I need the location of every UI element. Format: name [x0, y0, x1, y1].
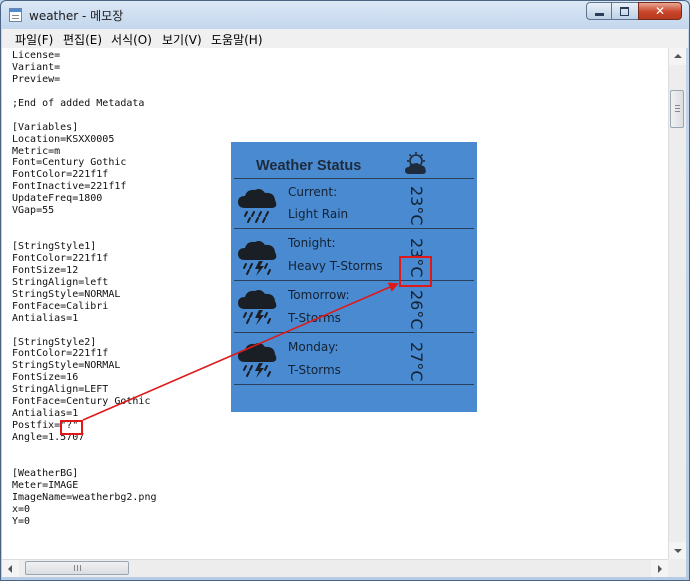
scroll-up-button[interactable] — [669, 48, 686, 65]
forecast-temp: 23°C — [407, 186, 426, 226]
forecast-condition: T-Storms — [288, 363, 341, 377]
text-line[interactable]: Postfix="?" — [12, 420, 157, 432]
separator — [234, 280, 474, 281]
text-line[interactable]: x=0 — [12, 504, 157, 516]
postfix-highlight-box — [60, 420, 83, 435]
text-line[interactable]: FontSize=12 — [12, 265, 157, 277]
text-line[interactable]: [WeatherBG] — [12, 468, 157, 480]
text-line[interactable]: ;End of added Metadata — [12, 98, 157, 110]
text-line[interactable] — [12, 456, 157, 468]
menu-view[interactable]: 보기(V) — [162, 31, 202, 48]
weather-widget: Weather Status Current: Light Rain 23°C — [231, 142, 477, 412]
text-line[interactable]: [Variables] — [12, 122, 157, 134]
text-line[interactable] — [12, 110, 157, 122]
text-line[interactable] — [12, 217, 157, 229]
forecast-condition: Heavy T-Storms — [288, 259, 383, 273]
separator — [234, 384, 474, 385]
text-line[interactable]: License= — [12, 50, 157, 62]
scroll-right-button[interactable] — [651, 560, 668, 577]
minimize-button[interactable] — [586, 2, 612, 20]
separator — [234, 178, 474, 179]
text-line[interactable]: ImageName=weatherbg2.png — [12, 492, 157, 504]
forecast-label: Tonight: — [288, 236, 336, 250]
horizontal-scrollbar[interactable] — [2, 559, 668, 577]
text-line[interactable]: StringStyle=NORMAL — [12, 360, 157, 372]
text-line[interactable]: Antialias=1 — [12, 313, 157, 325]
text-line[interactable]: [StringStyle1] — [12, 241, 157, 253]
text-line[interactable] — [12, 444, 157, 456]
text-line[interactable]: VGap=55 — [12, 205, 157, 217]
text-line[interactable]: FontSize=16 — [12, 372, 157, 384]
partly-cloudy-icon — [405, 152, 426, 174]
menu-bar: 파일(F) 편집(E) 서식(O) 보기(V) 도움말(H) — [2, 29, 688, 49]
thunderstorm-cloud-icon — [238, 290, 277, 325]
text-line[interactable]: [StringStyle2] — [12, 337, 157, 349]
title-bar[interactable]: weather - 메모장 — [1, 1, 689, 29]
vertical-scroll-thumb[interactable] — [670, 90, 684, 128]
text-line[interactable] — [12, 325, 157, 337]
text-line[interactable]: FontColor=221f1f — [12, 348, 157, 360]
menu-help[interactable]: 도움말(H) — [211, 31, 263, 48]
forecast-condition: T-Storms — [288, 311, 341, 325]
forecast-label: Monday: — [288, 340, 339, 354]
text-line[interactable] — [12, 229, 157, 241]
text-line[interactable]: FontInactive=221f1f — [12, 181, 157, 193]
text-line[interactable]: Metric=m — [12, 146, 157, 158]
notepad-icon[interactable] — [9, 8, 22, 22]
text-line[interactable]: Meter=IMAGE — [12, 480, 157, 492]
text-content[interactable]: License= Variant= Preview= ;End of added Me… — [12, 50, 157, 528]
text-line[interactable]: FontColor=221f1f — [12, 253, 157, 265]
text-line[interactable]: StringStyle=NORMAL — [12, 289, 157, 301]
rain-cloud-icon — [238, 189, 277, 223]
menu-file[interactable]: 파일(F) — [15, 31, 53, 48]
text-line[interactable]: FontFace=Century Gothic — [12, 396, 157, 408]
forecast-temp: 26°C — [407, 290, 426, 330]
text-line[interactable]: Location=KSXX0005 — [12, 134, 157, 146]
scroll-left-button[interactable] — [2, 560, 19, 577]
scroll-down-button[interactable] — [669, 542, 686, 559]
horizontal-scroll-thumb[interactable] — [25, 561, 129, 575]
text-line[interactable]: Variant= — [12, 62, 157, 74]
widget-title: Weather Status — [256, 158, 362, 174]
text-line[interactable]: StringAlign=left — [12, 277, 157, 289]
forecast-temp: 27°C — [407, 342, 426, 382]
thunderstorm-cloud-icon — [238, 343, 277, 378]
menu-format[interactable]: 서식(O) — [111, 31, 152, 48]
text-line[interactable]: FontColor=221f1f — [12, 169, 157, 181]
text-line[interactable]: StringAlign=LEFT — [12, 384, 157, 396]
caption-buttons — [586, 2, 682, 20]
text-line[interactable]: Preview= — [12, 74, 157, 86]
close-button[interactable] — [638, 2, 682, 20]
text-line[interactable]: Y=0 — [12, 516, 157, 528]
resize-grip[interactable] — [668, 559, 686, 577]
text-line[interactable] — [12, 86, 157, 98]
separator — [234, 332, 474, 333]
forecast-label: Tomorrow: — [288, 288, 350, 302]
window-title: weather - 메모장 — [29, 9, 124, 23]
vertical-scrollbar[interactable] — [668, 48, 686, 559]
thunderstorm-cloud-icon — [238, 241, 277, 276]
menu-edit[interactable]: 편집(E) — [63, 31, 102, 48]
maximize-button[interactable] — [612, 2, 638, 20]
text-line[interactable]: UpdateFreq=1800 — [12, 193, 157, 205]
degree-highlight-box — [399, 256, 432, 287]
separator — [234, 228, 474, 229]
forecast-condition: Light Rain — [288, 207, 349, 221]
forecast-label: Current: — [288, 185, 338, 199]
text-line[interactable]: Font=Century Gothic — [12, 157, 157, 169]
text-line[interactable]: FontFace=Calibri — [12, 301, 157, 313]
text-line[interactable]: Angle=1.5707 — [12, 432, 157, 444]
text-line[interactable]: Antialias=1 — [12, 408, 157, 420]
